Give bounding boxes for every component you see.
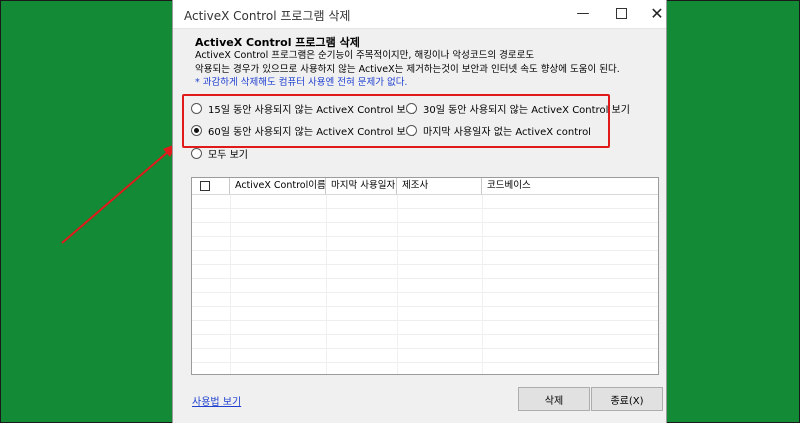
annotation-highlight-box <box>182 94 610 148</box>
radio-show-all-label: 모두 보기 <box>208 150 248 161</box>
minimize-button[interactable]: — <box>565 2 601 26</box>
table-body <box>192 195 658 374</box>
note-text: * 과감하게 삭제해도 컴퓨터 사용엔 전혀 문제가 없다. <box>195 77 408 88</box>
minimize-icon: — <box>576 6 590 21</box>
column-divider <box>230 195 231 374</box>
description-line-1: ActiveX Control 프로그램은 순기능이 주목적이지만, 해킹이나 … <box>195 50 535 61</box>
delete-button[interactable]: 삭제 <box>518 387 590 411</box>
exit-button[interactable]: 종료(X) <box>591 387 663 411</box>
close-icon: ✕ <box>650 4 664 23</box>
activex-delete-dialog: ActiveX Control 프로그램 삭제 — ✕ ActiveX Cont… <box>172 0 667 423</box>
close-button[interactable]: ✕ <box>639 2 675 26</box>
title-bar: ActiveX Control 프로그램 삭제 — ✕ <box>173 0 666 29</box>
table-header: ActiveX Control이름 마지막 사용일자 제조사 코드베이스 <box>192 178 658 195</box>
usage-guide-link[interactable]: 사용법 보기 <box>192 393 241 408</box>
column-divider <box>326 195 327 374</box>
column-header-manufacturer[interactable]: 제조사 <box>397 178 482 194</box>
column-header-name[interactable]: ActiveX Control이름 <box>230 178 326 194</box>
column-divider <box>397 195 398 374</box>
maximize-icon <box>615 8 627 19</box>
window-title: ActiveX Control 프로그램 삭제 <box>184 9 351 23</box>
column-header-codebase[interactable]: 코드베이스 <box>482 178 658 194</box>
radio-show-all-indicator[interactable] <box>191 148 202 159</box>
select-all-header[interactable] <box>192 178 230 194</box>
radio-show-all[interactable]: 모두 보기 <box>191 146 248 161</box>
description-line-2: 악용되는 경우가 있으므로 사용하지 않는 ActiveX는 제거하는것이 보안… <box>195 64 620 75</box>
select-all-checkbox[interactable] <box>200 181 210 191</box>
activex-list-table[interactable]: ActiveX Control이름 마지막 사용일자 제조사 코드베이스 <box>191 177 659 375</box>
column-divider <box>482 195 483 374</box>
column-header-last-used[interactable]: 마지막 사용일자 <box>326 178 397 194</box>
maximize-button[interactable] <box>603 2 639 26</box>
